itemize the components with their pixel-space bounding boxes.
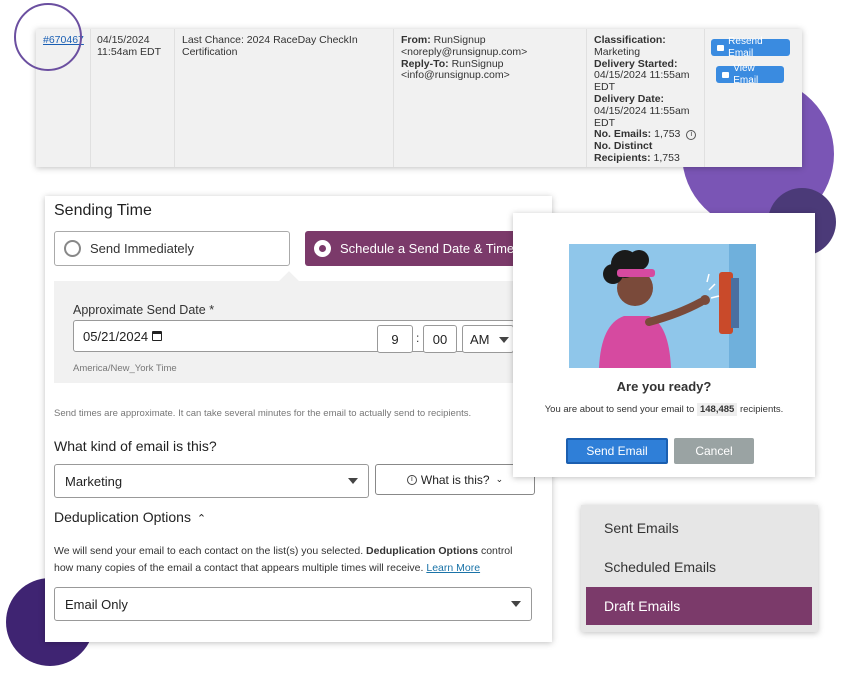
email-kind-value: Marketing (65, 473, 123, 489)
subject-cell: Last Chance: 2024 RaceDay CheckIn Certif… (182, 34, 372, 59)
dialog-title: Are you ready? (616, 379, 712, 394)
hour-input[interactable]: 9 (377, 325, 413, 353)
view-email-button[interactable]: View Email (716, 63, 784, 86)
dedup-options-toggle[interactable]: Deduplication Options ⌃ (54, 509, 206, 525)
minute-value: 00 (432, 331, 448, 347)
email-kind-select[interactable]: Marketing (54, 464, 369, 498)
reply-to-label: Reply-To: (401, 57, 449, 70)
column-divider (586, 29, 587, 167)
delivery-started-value: 04/15/2024 11:55am EDT (594, 69, 690, 94)
time-separator: : (416, 331, 420, 345)
radio-selected-icon (314, 240, 331, 257)
send-immediately-option[interactable]: Send Immediately (54, 231, 290, 266)
ampm-select[interactable]: AM (462, 325, 514, 353)
nav-item-scheduled-emails[interactable]: Scheduled Emails (586, 548, 812, 586)
dedup-select[interactable]: Email Only (54, 587, 532, 621)
send-email-button[interactable]: Send Email (566, 438, 668, 464)
schedule-send-label: Schedule a Send Date & Time (340, 241, 515, 256)
radio-unselected-icon (64, 240, 81, 257)
chevron-down-icon: ⌄ (495, 474, 504, 484)
hour-value: 9 (391, 331, 399, 347)
send-immediately-label: Send Immediately (90, 241, 195, 256)
column-divider (704, 29, 705, 167)
column-divider (90, 29, 91, 167)
resend-email-label: Resend Email (728, 35, 763, 59)
schedule-panel: Approximate Send Date * 05/21/2024 9 : 0… (54, 281, 538, 383)
email-navigation: Sent Emails Scheduled Emails Draft Email… (581, 505, 818, 632)
num-emails-label: No. Emails: (594, 128, 652, 141)
distinct-value: 1,753 (653, 151, 680, 164)
sender-cell: From: RunSignup <noreply@runsignup.com> … (401, 34, 581, 82)
send-date-value: 05/21/2024 (83, 328, 149, 344)
timezone-label: America/New_York Time (73, 363, 177, 374)
email-kind-title: What kind of email is this? (54, 438, 217, 454)
from-name: RunSignup (433, 34, 486, 46)
send-time: 11:54am EDT (97, 45, 161, 58)
from-label: From: (401, 34, 431, 46)
recipient-count: 148,485 (696, 403, 738, 416)
stats-cell: Classification: Marketing Delivery Start… (594, 34, 700, 165)
ready-illustration (569, 244, 756, 368)
classification-label: Classification: (594, 34, 666, 46)
send-times-note: Send times are approximate. It can take … (54, 408, 472, 419)
nav-item-draft-emails[interactable]: Draft Emails (586, 587, 812, 625)
cancel-button[interactable]: Cancel (674, 438, 754, 464)
dialog-message-prefix: You are about to send your email to (544, 404, 695, 415)
column-divider (174, 29, 175, 167)
send-date-label: Approximate Send Date * (73, 303, 215, 317)
view-email-label: View Email (733, 62, 759, 86)
dedup-text-bold: Deduplication Options (366, 545, 479, 557)
envelope-icon (722, 71, 730, 78)
learn-more-link[interactable]: Learn More (426, 562, 480, 574)
dedup-description: We will send your email to each contact … (54, 543, 534, 577)
dialog-message: You are about to send your email to 148,… (513, 403, 815, 416)
reply-to-email: <info@runsignup.com> (401, 69, 510, 82)
info-icon[interactable]: i (686, 129, 697, 140)
dedup-text-1: We will send your email to each contact … (54, 545, 364, 557)
dialog-message-suffix: recipients. (739, 404, 784, 415)
calendar-icon[interactable] (152, 331, 163, 341)
chevron-up-icon: ⌃ (196, 513, 207, 525)
sending-time-card: Sending Time Send Immediately Schedule a… (45, 196, 552, 642)
num-emails-value: 1,753 (654, 128, 681, 141)
schedule-send-option[interactable]: Schedule a Send Date & Time (305, 231, 531, 266)
send-confirmation-dialog: Are you ready? You are about to send you… (513, 213, 815, 477)
column-divider (393, 29, 394, 167)
send-date-input[interactable]: 05/21/2024 (73, 320, 373, 352)
distinct-label-line1: No. Distinct (594, 140, 653, 153)
decorative-ring (14, 3, 82, 71)
what-is-this-label: What is this? (420, 472, 490, 487)
nav-item-sent-emails[interactable]: Sent Emails (586, 509, 812, 547)
date-cell: 04/15/2024 11:54am EDT (97, 34, 173, 59)
resend-email-button[interactable]: Resend Email (711, 36, 790, 59)
envelope-icon (717, 44, 725, 51)
sending-time-title: Sending Time (54, 202, 152, 219)
chevron-down-icon (499, 337, 509, 343)
delivery-date-label: Delivery Date: (594, 92, 665, 105)
chevron-down-icon (348, 478, 358, 484)
delivery-started-label: Delivery Started: (594, 57, 678, 70)
woman-pressing-button-illustration (569, 244, 756, 368)
dedup-options-title: Deduplication Options (54, 509, 191, 525)
distinct-label-line2: Recipients: (594, 151, 651, 164)
minute-input[interactable]: 00 (423, 325, 457, 353)
email-subject: Last Chance: 2024 RaceDay CheckIn Certif… (182, 34, 358, 58)
ampm-value: AM (470, 331, 490, 347)
dedup-value: Email Only (65, 596, 128, 612)
delivery-date-value: 04/15/2024 11:55am EDT (594, 104, 690, 129)
chevron-down-icon (511, 601, 521, 607)
what-is-this-button[interactable]: i What is this? ⌄ (375, 464, 535, 495)
reply-to-name: RunSignup (451, 57, 504, 70)
info-icon: i (406, 474, 417, 485)
email-log-row: #670467 04/15/2024 11:54am EDT Last Chan… (36, 29, 802, 167)
